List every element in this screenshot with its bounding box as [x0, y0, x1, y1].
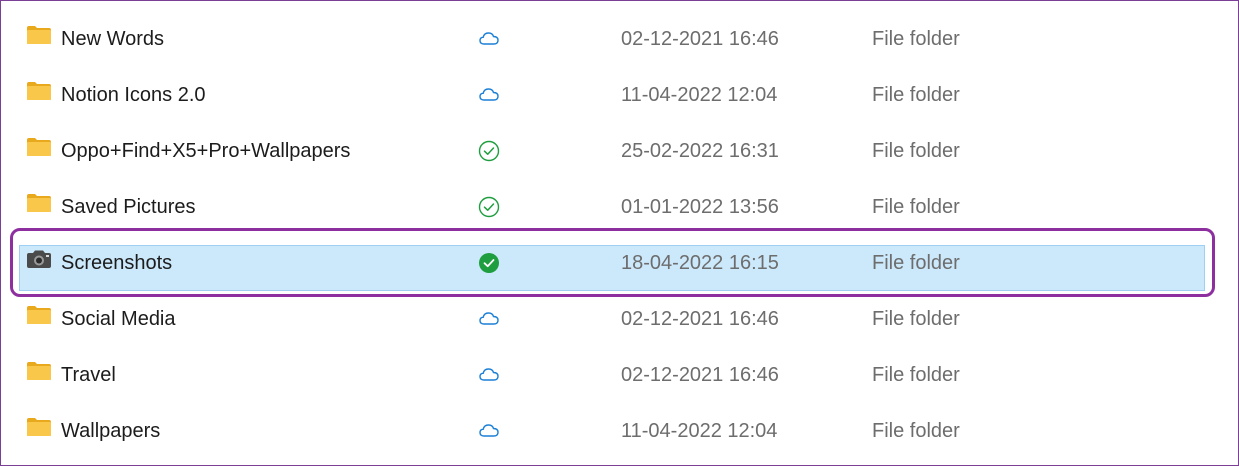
camera-icon: [26, 249, 52, 269]
list-item[interactable]: Oppo+Find+X5+Pro+Wallpapers 25-02-2022 1…: [19, 123, 1205, 179]
list-item[interactable]: Social Media 02-12-2021 16:46 File folde…: [19, 291, 1205, 347]
folder-icon: [26, 361, 52, 381]
file-list: New Words 02-12-2021 16:46 File folder N…: [19, 11, 1205, 459]
file-name: New Words: [61, 28, 164, 50]
date-modified: 18-04-2022 16:15: [621, 252, 779, 274]
date-modified: 02-12-2021 16:46: [621, 364, 779, 386]
list-item-selected[interactable]: Screenshots 18-04-2022 16:15 File folder: [19, 235, 1205, 291]
file-name: Social Media: [61, 308, 176, 330]
file-type: File folder: [872, 252, 960, 274]
check-outline-icon: [477, 195, 501, 219]
file-name: Saved Pictures: [61, 196, 196, 218]
file-name: Oppo+Find+X5+Pro+Wallpapers: [61, 140, 351, 162]
folder-icon: [26, 417, 52, 437]
list-item[interactable]: Travel 02-12-2021 16:46 File folder: [19, 347, 1205, 403]
cloud-icon: [477, 27, 501, 51]
date-modified: 02-12-2021 16:46: [621, 308, 779, 330]
file-type: File folder: [872, 420, 960, 442]
date-modified: 11-04-2022 12:04: [621, 84, 778, 106]
cloud-icon: [477, 307, 501, 331]
list-item[interactable]: Notion Icons 2.0 11-04-2022 12:04 File f…: [19, 67, 1205, 123]
cloud-icon: [477, 419, 501, 443]
file-name: Notion Icons 2.0: [61, 84, 206, 106]
date-modified: 01-01-2022 13:56: [621, 196, 779, 218]
selection-background: [19, 245, 1205, 291]
file-name: Travel: [61, 364, 116, 386]
folder-icon: [26, 25, 52, 45]
file-type: File folder: [872, 28, 960, 50]
file-type: File folder: [872, 364, 960, 386]
folder-icon: [26, 193, 52, 213]
file-type: File folder: [872, 308, 960, 330]
folder-icon: [26, 305, 52, 325]
cloud-icon: [477, 363, 501, 387]
cloud-icon: [477, 83, 501, 107]
file-name: Wallpapers: [61, 420, 161, 442]
list-item[interactable]: Saved Pictures 01-01-2022 13:56 File fol…: [19, 179, 1205, 235]
file-type: File folder: [872, 196, 960, 218]
file-type: File folder: [872, 140, 960, 162]
check-outline-icon: [477, 139, 501, 163]
date-modified: 11-04-2022 12:04: [621, 420, 778, 442]
file-name: Screenshots: [61, 252, 173, 274]
date-modified: 25-02-2022 16:31: [621, 140, 779, 162]
folder-icon: [26, 137, 52, 157]
file-explorer-list: New Words 02-12-2021 16:46 File folder N…: [0, 0, 1239, 466]
list-item[interactable]: Wallpapers 11-04-2022 12:04 File folder: [19, 403, 1205, 459]
check-filled-icon: [477, 251, 501, 275]
folder-icon: [26, 81, 52, 101]
file-type: File folder: [872, 84, 960, 106]
list-item[interactable]: New Words 02-12-2021 16:46 File folder: [19, 11, 1205, 67]
date-modified: 02-12-2021 16:46: [621, 28, 779, 50]
